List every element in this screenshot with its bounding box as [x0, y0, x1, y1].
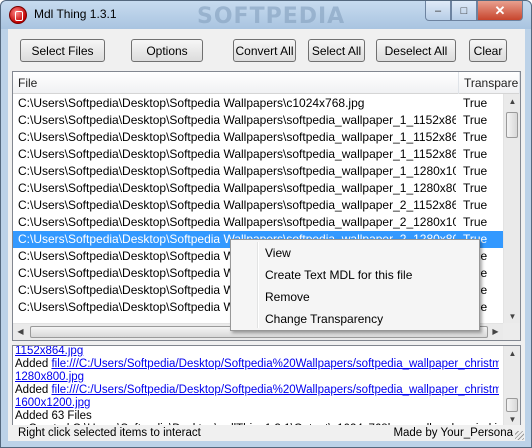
table-row[interactable]: C:\Users\Softpedia\Desktop\Softpedia Wal… [13, 180, 503, 197]
list-vertical-thumb[interactable] [506, 112, 518, 138]
transparency-cell: True [463, 113, 488, 127]
file-path-cell: C:\Users\Softpedia\Desktop\Softpedia Wal… [18, 147, 456, 161]
log-line: 1280x800.jpg [15, 371, 499, 384]
client-area: Select Files Options Convert All Select … [8, 29, 525, 441]
file-path-cell: C:\Users\Softpedia\Desktop\Softpedia Wal… [18, 164, 456, 178]
scroll-right-icon[interactable]: ▶ [489, 325, 502, 339]
log-link[interactable]: 1152x864.jpg [15, 346, 83, 357]
deselect-all-button[interactable]: Deselect All [376, 39, 456, 62]
log-line: 1152x864.jpg [15, 346, 499, 358]
log-link[interactable]: 1280x800.jpg [15, 371, 84, 383]
status-hint: Right click selected items to interact [18, 427, 201, 439]
log-link[interactable]: file:///C:/Users/Softpedia/Desktop/Softp… [51, 358, 499, 370]
log-prefix: Added [15, 358, 52, 370]
close-button[interactable]: ✕ [477, 1, 523, 21]
table-row[interactable]: C:\Users\Softpedia\Desktop\Softpedia Wal… [13, 146, 503, 163]
log-line: Added 63 Files [15, 410, 499, 423]
transparency-cell: True [463, 130, 488, 144]
transparency-cell: True [463, 96, 488, 110]
menu-item-view[interactable]: View [233, 242, 477, 264]
app-logo-icon [9, 6, 27, 24]
maximize-button[interactable]: □ [451, 1, 477, 21]
resize-grip-icon[interactable] [515, 431, 524, 440]
convert-all-button[interactable]: Convert All [233, 39, 296, 62]
table-row[interactable]: C:\Users\Softpedia\Desktop\Softpedia Wal… [13, 214, 503, 231]
file-path-cell: C:\Users\Softpedia\Desktop\Softpedia Wal… [18, 96, 365, 110]
window-title: Mdl Thing 1.3.1 [34, 7, 117, 21]
log-line: Added file:///C:/Users/Softpedia/Desktop… [15, 358, 499, 371]
clear-button[interactable]: Clear [469, 39, 507, 62]
log-scroll-up-icon[interactable]: ▲ [506, 347, 519, 361]
file-path-cell: C:\Users\Softpedia\Desktop\Softpedia Wal… [18, 181, 456, 195]
scroll-down-icon[interactable]: ▼ [506, 310, 519, 324]
select-files-button[interactable]: Select Files [20, 39, 105, 62]
scrollbar-corner [503, 323, 520, 340]
log-lines: 1152x864.jpg Added file:///C:/Users/Softp… [15, 346, 499, 428]
log-line: Added file:///C:/Users/Softpedia/Desktop… [15, 384, 499, 397]
context-menu: View Create Text MDL for this file Remov… [230, 239, 480, 331]
list-vertical-scrollbar[interactable]: ▲ ▼ [503, 94, 520, 325]
log-vertical-scrollbar[interactable]: ▲ ▼ [503, 346, 520, 428]
minimize-button[interactable]: – [425, 1, 451, 21]
transparency-cell: True [463, 147, 488, 161]
menu-item-change-transparency[interactable]: Change Transparency [233, 308, 477, 330]
menu-item-create-text-mdl[interactable]: Create Text MDL for this file [233, 264, 477, 286]
transparency-cell: True [463, 181, 488, 195]
select-all-button[interactable]: Select All [308, 39, 365, 62]
transparency-cell: True [463, 164, 488, 178]
file-path-cell: C:\Users\Softpedia\Desktop\Softpedia Wal… [18, 198, 456, 212]
menu-item-remove[interactable]: Remove [233, 286, 477, 308]
log-line: 1600x1200.jpg [15, 397, 499, 410]
scroll-up-icon[interactable]: ▲ [506, 95, 519, 109]
table-row[interactable]: C:\Users\Softpedia\Desktop\Softpedia Wal… [13, 163, 503, 180]
log-link[interactable]: 1600x1200.jpg [15, 397, 90, 409]
log-link[interactable]: file:///C:/Users/Softpedia/Desktop/Softp… [51, 384, 499, 396]
log-prefix: Added [15, 384, 52, 396]
log-text: Added 63 Files [15, 410, 92, 422]
log-vertical-thumb[interactable] [506, 398, 518, 412]
file-path-cell: C:\Users\Softpedia\Desktop\Softpedia Wal… [18, 130, 456, 144]
transparency-cell: True [463, 215, 488, 229]
column-header-file[interactable]: File [13, 72, 459, 94]
file-path-cell: C:\Users\Softpedia\Desktop\Softpedia Wal… [18, 215, 456, 229]
transparency-cell: True [463, 198, 488, 212]
list-header: File Transpare [13, 72, 520, 94]
table-row[interactable]: C:\Users\Softpedia\Desktop\Softpedia Wal… [13, 112, 503, 129]
scroll-left-icon[interactable]: ◀ [14, 325, 27, 339]
table-row[interactable]: C:\Users\Softpedia\Desktop\Softpedia Wal… [13, 129, 503, 146]
watermark: SOFTPEDIA [197, 4, 346, 29]
status-credit: Made by Your_Persona [393, 427, 513, 439]
options-button[interactable]: Options [131, 39, 203, 62]
status-bar: Right click selected items to interact M… [8, 425, 525, 441]
title-bar[interactable]: Mdl Thing 1.3.1 SOFTPEDIA – □ ✕ [1, 1, 531, 29]
log-panel[interactable]: 1152x864.jpg Added file:///C:/Users/Softp… [12, 345, 521, 429]
column-header-transparency[interactable]: Transpare [459, 72, 520, 94]
table-row[interactable]: C:\Users\Softpedia\Desktop\Softpedia Wal… [13, 95, 503, 112]
file-path-cell: C:\Users\Softpedia\Desktop\Softpedia Wal… [18, 113, 456, 127]
table-row[interactable]: C:\Users\Softpedia\Desktop\Softpedia Wal… [13, 197, 503, 214]
app-window: Mdl Thing 1.3.1 SOFTPEDIA – □ ✕ Select F… [0, 0, 532, 448]
